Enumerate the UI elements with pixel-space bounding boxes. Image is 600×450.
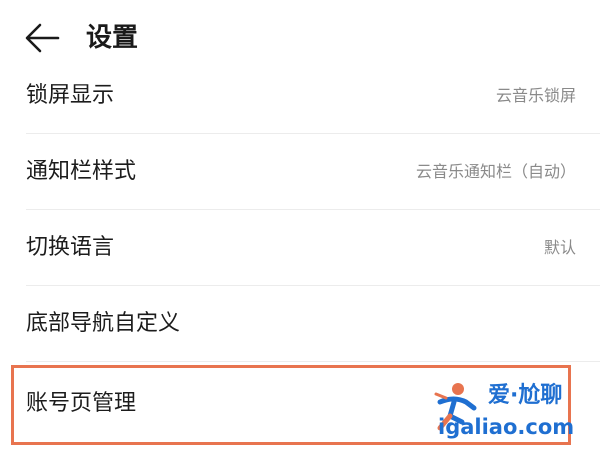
setting-label: 切换语言 bbox=[26, 235, 115, 260]
setting-label: 账号页管理 bbox=[26, 391, 137, 416]
setting-value: 云音乐锁屏 bbox=[495, 86, 576, 105]
watermark-url: igaliao.com bbox=[438, 415, 575, 439]
setting-label: 底部导航自定义 bbox=[26, 311, 181, 336]
watermark-text: 爱·尬聊 bbox=[488, 383, 563, 408]
divider bbox=[26, 361, 600, 362]
setting-row-notification-style[interactable]: 通知栏样式 云音乐通知栏（自动） bbox=[0, 134, 600, 210]
watermark: 爱·尬聊 igaliao.com bbox=[432, 376, 598, 442]
settings-screen: 设置 锁屏显示 云音乐锁屏 通知栏样式 云音乐通知栏（自动） 切换语言 默认 底… bbox=[0, 0, 600, 450]
setting-row-lockscreen[interactable]: 锁屏显示 云音乐锁屏 bbox=[0, 58, 600, 134]
page-title: 设置 bbox=[86, 23, 139, 53]
back-button[interactable] bbox=[22, 20, 62, 56]
setting-row-bottom-nav[interactable]: 底部导航自定义 bbox=[0, 286, 600, 362]
setting-label: 通知栏样式 bbox=[26, 159, 137, 184]
setting-label: 锁屏显示 bbox=[26, 83, 115, 108]
arrow-left-icon bbox=[25, 23, 60, 53]
setting-value: 云音乐通知栏（自动） bbox=[415, 162, 576, 181]
setting-value: 默认 bbox=[543, 238, 576, 257]
setting-row-language[interactable]: 切换语言 默认 bbox=[0, 210, 600, 286]
